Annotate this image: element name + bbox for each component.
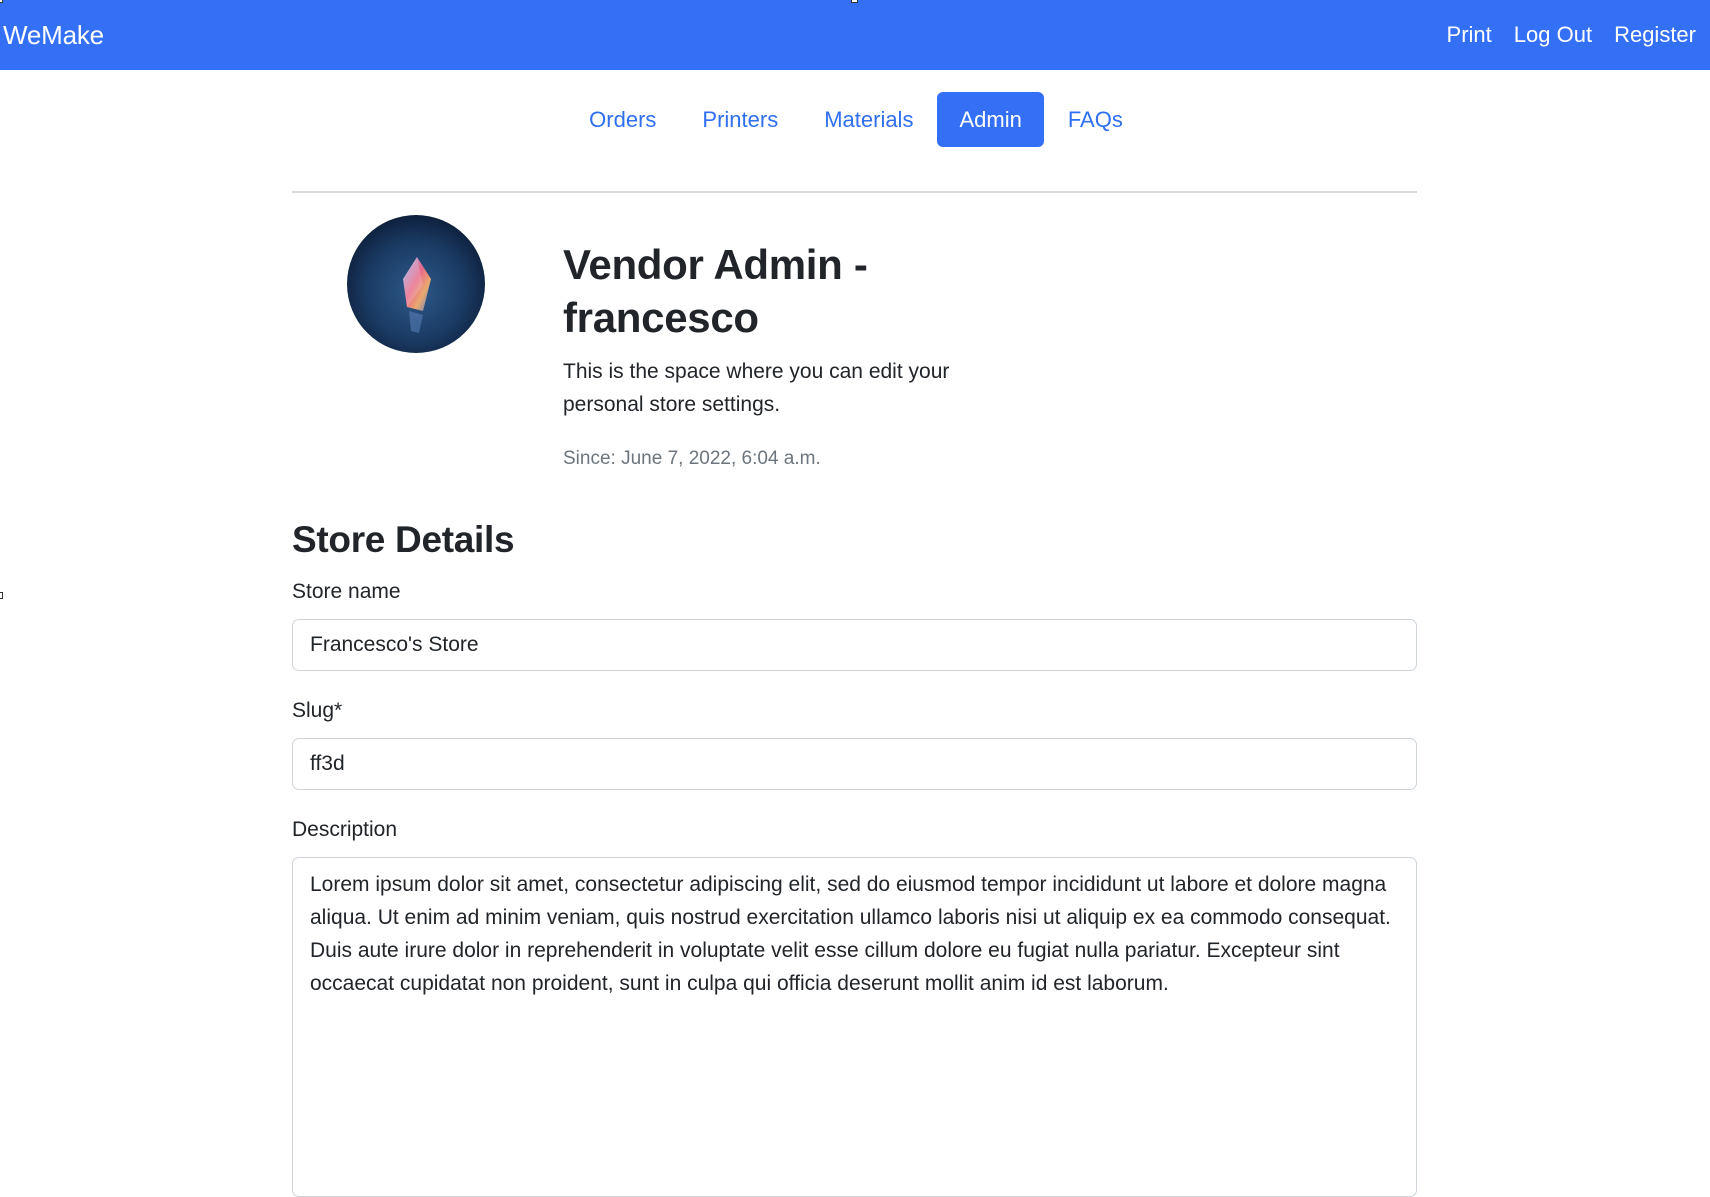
- selection-handle: [851, 0, 858, 3]
- navbar-links: Print Log Out Register: [1447, 22, 1696, 48]
- brand-logo-link[interactable]: WeMake: [3, 20, 104, 51]
- page-description: This is the space where you can edit you…: [563, 360, 950, 416]
- selection-handle: [0, 0, 3, 3]
- nav-link-logout[interactable]: Log Out: [1514, 22, 1592, 48]
- tab-materials[interactable]: Materials: [802, 92, 935, 147]
- since-timestamp: Since: June 7, 2022, 6:04 a.m.: [563, 448, 821, 469]
- slug-input[interactable]: ff3d: [292, 738, 1417, 790]
- nav-link-register[interactable]: Register: [1614, 22, 1696, 48]
- store-avatar: [347, 215, 485, 353]
- store-name-label: Store name: [292, 580, 401, 603]
- section-tabs: Orders Printers Materials Admin FAQs: [0, 92, 1710, 147]
- divider: [292, 191, 1417, 193]
- tab-printers[interactable]: Printers: [680, 92, 800, 147]
- section-heading: Store Details: [292, 519, 515, 560]
- slug-label: Slug*: [292, 699, 343, 722]
- tab-orders[interactable]: Orders: [567, 92, 678, 147]
- store-name-input[interactable]: Francesco's Store: [292, 619, 1417, 671]
- description-textarea[interactable]: Lorem ipsum dolor sit amet, consectetur …: [292, 857, 1417, 1197]
- tab-admin[interactable]: Admin: [937, 92, 1044, 147]
- nav-link-print[interactable]: Print: [1447, 22, 1492, 48]
- selection-handle: [0, 592, 3, 599]
- tab-faqs[interactable]: FAQs: [1046, 92, 1145, 147]
- top-navbar: WeMake Print Log Out Register: [0, 0, 1710, 70]
- description-label: Description: [292, 818, 398, 841]
- crystal-icon: [347, 215, 485, 353]
- page-title: Vendor Admin - francesco: [563, 241, 868, 341]
